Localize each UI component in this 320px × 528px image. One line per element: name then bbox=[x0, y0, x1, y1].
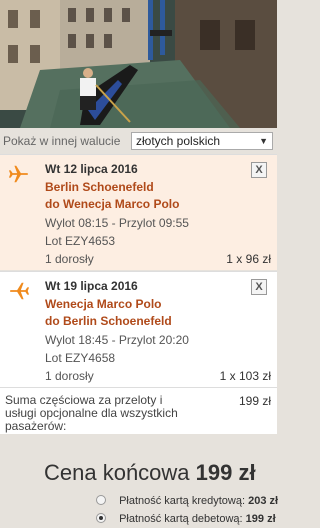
payment-credit-option[interactable]: Płatność kartą kredytową: 203 zł bbox=[96, 495, 278, 507]
currency-row: Pokaż w innej walucie złotych polskich ▼ bbox=[0, 128, 277, 154]
payment-debit-option[interactable]: Płatność kartą debetową: 199 zł bbox=[96, 513, 276, 525]
payment-credit-radio[interactable] bbox=[96, 495, 106, 505]
flight-price: 1 x 103 zł bbox=[219, 369, 271, 383]
currency-label: Pokaż w innej walucie bbox=[3, 134, 121, 148]
flight-date: Wt 12 lipca 2016 bbox=[45, 162, 138, 176]
flight-destination: do Berlin Schoenefeld bbox=[45, 314, 172, 328]
flight-passengers: 1 dorosły bbox=[45, 252, 94, 266]
flight-origin: Wenecja Marco Polo bbox=[45, 297, 162, 311]
flight-number: Lot EZY4658 bbox=[45, 351, 116, 365]
payment-debit-amount: 199 zł bbox=[245, 513, 276, 525]
payment-credit-amount: 203 zł bbox=[248, 495, 279, 507]
flight-destination: do Wenecja Marco Polo bbox=[45, 197, 180, 211]
payment-debit-label: Płatność kartą debetową: bbox=[119, 513, 243, 525]
final-price: Cena końcowa 199 zł bbox=[44, 460, 256, 486]
flight-price: 1 x 96 zł bbox=[226, 252, 271, 266]
hero-image bbox=[0, 0, 277, 128]
flight-date: Wt 19 lipca 2016 bbox=[45, 279, 138, 293]
plane-icon bbox=[8, 165, 28, 183]
flight-card-return: Wt 19 lipca 2016 Wenecja Marco Polo do B… bbox=[0, 271, 277, 387]
payment-debit-radio[interactable] bbox=[96, 513, 106, 523]
currency-select-value: złotych polskich bbox=[136, 134, 221, 148]
currency-select[interactable]: złotych polskich ▼ bbox=[131, 132, 273, 150]
remove-flight-button[interactable]: X bbox=[251, 162, 267, 178]
plane-icon bbox=[10, 282, 30, 300]
subtotal-row: Suma częściowa za przeloty i usługi opcj… bbox=[0, 387, 277, 434]
subtotal-label: Suma częściowa za przeloty i usługi opcj… bbox=[5, 393, 178, 433]
chevron-down-icon: ▼ bbox=[259, 136, 268, 146]
flight-passengers: 1 dorosły bbox=[45, 369, 94, 383]
flight-card-outbound: Wt 12 lipca 2016 Berlin Schoenefeld do W… bbox=[0, 154, 277, 270]
subtotal-amount: 199 zł bbox=[238, 394, 271, 408]
flight-number: Lot EZY4653 bbox=[45, 234, 116, 248]
flight-times: Wylot 18:45 - Przylot 20:20 bbox=[45, 333, 189, 347]
flight-origin: Berlin Schoenefeld bbox=[45, 180, 154, 194]
final-price-section: Cena końcowa 199 zł Płatność kartą kredy… bbox=[0, 434, 288, 528]
final-price-label: Cena końcowa bbox=[44, 460, 190, 485]
remove-flight-button[interactable]: X bbox=[251, 279, 267, 295]
final-price-amount: 199 zł bbox=[195, 460, 256, 485]
payment-credit-label: Płatność kartą kredytową: bbox=[119, 495, 246, 507]
flight-times: Wylot 08:15 - Przylot 09:55 bbox=[45, 216, 189, 230]
